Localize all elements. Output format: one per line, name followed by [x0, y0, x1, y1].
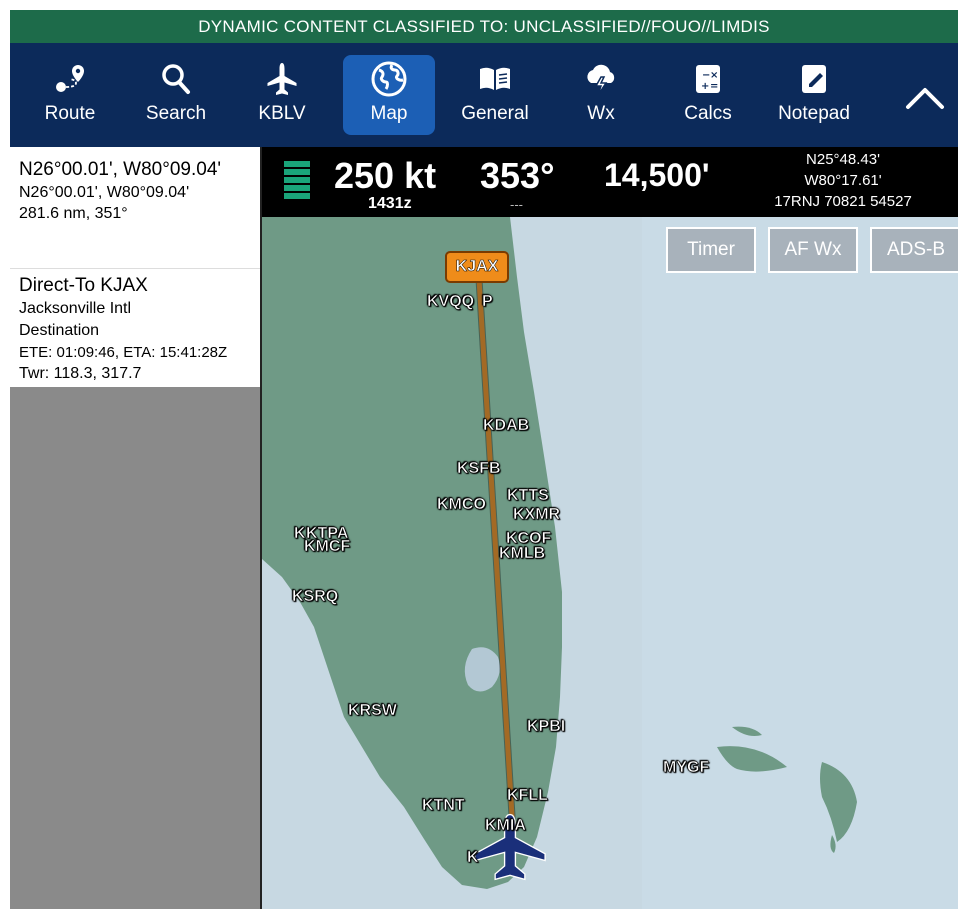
mgrs-grid: 17RNJ 70821 54527	[774, 193, 912, 210]
destination-name: Jacksonville Intl	[19, 300, 132, 317]
wx-label: Wx	[587, 103, 615, 124]
airport-label[interactable]: KRSW	[348, 702, 397, 720]
map-canvas	[262, 217, 958, 909]
search-label: Search	[145, 103, 207, 124]
classification-text: DYNAMIC CONTENT CLASSIFIED TO: UNCLASSIF…	[198, 16, 770, 36]
position-distance: 281.6 nm, 351°	[19, 205, 128, 222]
notepad-icon	[792, 59, 836, 99]
book-icon	[473, 59, 517, 99]
top-toolbar: Route Search KBLV Map General Wx − × + =…	[10, 43, 958, 147]
position-card[interactable]: N26°00.01', W80°09.04' N26°00.01', W80°0…	[10, 147, 260, 269]
airport-label[interactable]: MYGF	[663, 759, 710, 777]
calculator-icon: − × + =	[686, 59, 730, 99]
general-label: General	[461, 103, 529, 124]
airport-label[interactable]: KXMR	[513, 506, 561, 524]
app-frame: DYNAMIC CONTENT CLASSIFIED TO: UNCLASSIF…	[10, 10, 958, 909]
route-label: Route	[44, 103, 96, 124]
airport-label[interactable]: P	[482, 293, 493, 311]
position-coords: N26°00.01', W80°09.04'	[19, 184, 190, 201]
airplane-icon	[260, 59, 304, 99]
classification-banner: DYNAMIC CONTENT CLASSIFIED TO: UNCLASSIF…	[10, 10, 958, 43]
map-button[interactable]: Map	[343, 55, 435, 135]
current-coordinates: N25°48.43' W80°17.61' 17RNJ 70821 54527	[732, 149, 954, 212]
airport-label[interactable]: KTNT	[422, 797, 465, 815]
route-icon	[48, 59, 92, 99]
flight-info-bar: 250 kt 1431z 353° --- 14,500' N25°48.43'…	[262, 147, 958, 217]
search-button[interactable]: Search	[130, 55, 222, 135]
airport-label[interactable]: KMLB	[499, 545, 546, 563]
calcs-button[interactable]: − × + = Calcs	[662, 55, 754, 135]
notepad-button[interactable]: Notepad	[768, 55, 860, 135]
airport-label[interactable]: KMCO	[437, 496, 486, 514]
ground-speed: 250 kt	[334, 155, 437, 196]
ads-b-button[interactable]: ADS-B	[870, 227, 958, 273]
kblv-button[interactable]: KBLV	[236, 55, 328, 135]
airport-label[interactable]: KMCF	[304, 538, 351, 556]
calcs-label: Calcs	[684, 103, 732, 124]
timer-button[interactable]: Timer	[666, 227, 756, 273]
svg-text:=: =	[710, 81, 718, 92]
kblv-label: KBLV	[258, 103, 306, 124]
current-lon: W80°17.61'	[804, 172, 882, 189]
position-title: N26°00.01', W80°09.04'	[19, 159, 222, 180]
airport-label[interactable]: KSRQ	[292, 588, 339, 606]
map-view[interactable]: Timer AF Wx ADS-B KJAX KVQQ P KDAB KSFB …	[262, 217, 958, 909]
destination-type: Destination	[19, 322, 100, 339]
current-lat: N25°48.43'	[806, 151, 880, 168]
zulu-time: 1431z	[368, 195, 412, 212]
heading: 353°	[480, 155, 555, 196]
signal-bars-icon	[284, 161, 310, 201]
svg-text:×: ×	[710, 70, 718, 81]
heading-sub: ---	[510, 197, 523, 212]
weather-icon	[579, 59, 623, 99]
destination-tag[interactable]: KJAX	[445, 251, 509, 283]
search-icon	[154, 59, 198, 99]
airport-label[interactable]: KMIA	[485, 817, 526, 835]
airport-label[interactable]: KFLL	[507, 787, 548, 805]
wx-button[interactable]: Wx	[555, 55, 647, 135]
airport-label[interactable]: KDAB	[483, 417, 530, 435]
map-label: Map	[370, 103, 408, 124]
airport-label[interactable]: KTTS	[507, 487, 549, 505]
destination-ete-eta: ETE: 01:09:46, ETA: 15:41:28Z	[19, 344, 228, 361]
general-button[interactable]: General	[449, 55, 541, 135]
airport-label[interactable]: KVQQ	[427, 293, 475, 311]
airport-label[interactable]: KSFB	[457, 460, 501, 478]
chevron-up-icon	[906, 88, 944, 109]
notepad-label: Notepad	[778, 103, 850, 124]
destination-tower-freq: Twr: 118.3, 317.7	[19, 365, 142, 382]
left-panel: N26°00.01', W80°09.04' N26°00.01', W80°0…	[10, 147, 260, 909]
altitude: 14,500'	[604, 157, 710, 193]
airport-label[interactable]: K	[467, 849, 479, 867]
svg-text:+: +	[701, 81, 709, 92]
collapse-toolbar-button[interactable]	[900, 73, 950, 123]
af-wx-button[interactable]: AF Wx	[768, 227, 858, 273]
route-button[interactable]: Route	[24, 55, 116, 135]
destination-title: Direct-To KJAX	[19, 275, 148, 296]
destination-card[interactable]: Direct-To KJAX Jacksonville Intl Destina…	[10, 269, 260, 387]
globe-icon	[367, 59, 411, 99]
airport-label[interactable]: KPBI	[527, 718, 566, 736]
